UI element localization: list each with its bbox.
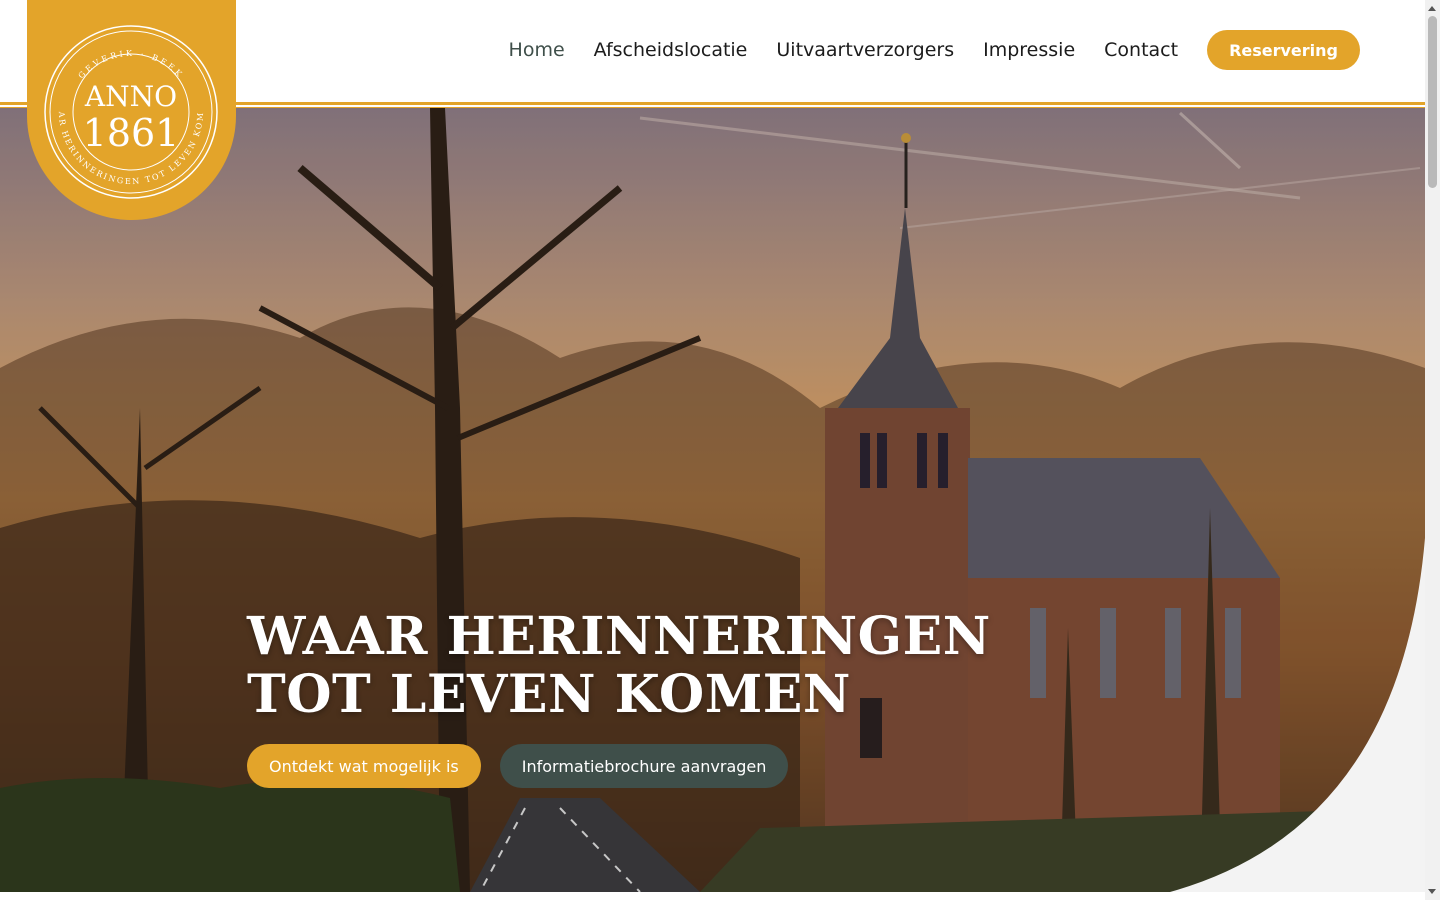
- discover-button[interactable]: Ontdekt wat mogelijk is: [247, 744, 481, 788]
- logo-year: 1861: [83, 111, 180, 155]
- hero-title-line2: TOT LEVEN KOMEN: [247, 664, 851, 725]
- svg-text:GEVERIK · BEEK: GEVERIK · BEEK: [77, 49, 186, 80]
- hero-section: WAAR HERINNERINGEN TOT LEVEN KOMEN Ontde…: [0, 108, 1425, 892]
- page-scrollbar[interactable]: [1425, 0, 1440, 900]
- nav-afscheidslocatie[interactable]: Afscheidslocatie: [594, 39, 748, 61]
- main-nav: Home Afscheidslocatie Uitvaartverzorgers…: [509, 30, 1360, 70]
- scroll-thumb[interactable]: [1428, 16, 1437, 188]
- page: WAAR HERINNERINGEN TOT LEVEN KOMEN Ontde…: [0, 0, 1440, 900]
- nav-contact[interactable]: Contact: [1104, 39, 1178, 61]
- logo-anno: ANNO: [84, 80, 177, 113]
- reservation-button[interactable]: Reservering: [1207, 30, 1360, 70]
- hero-title: WAAR HERINNERINGEN TOT LEVEN KOMEN: [247, 608, 991, 724]
- brochure-request-button[interactable]: Informatiebrochure aanvragen: [499, 744, 789, 788]
- scroll-down-icon[interactable]: [1428, 889, 1436, 894]
- hero-title-line1: WAAR HERINNERINGEN: [247, 606, 991, 667]
- scroll-up-icon[interactable]: [1428, 6, 1436, 11]
- logo-emblem: GEVERIK · BEEK WAAR HERINNERINGEN TOT LE…: [27, 0, 218, 199]
- logo-top-text: GEVERIK · BEEK: [77, 49, 183, 80]
- nav-impressie[interactable]: Impressie: [983, 39, 1075, 61]
- logo[interactable]: GEVERIK · BEEK WAAR HERINNERINGEN TOT LE…: [27, 0, 236, 220]
- nav-uitvaartverzorgers[interactable]: Uitvaartverzorgers: [776, 39, 954, 61]
- hero-buttons: Ontdekt wat mogelijk is Informatiebrochu…: [247, 744, 789, 788]
- nav-home[interactable]: Home: [509, 39, 565, 61]
